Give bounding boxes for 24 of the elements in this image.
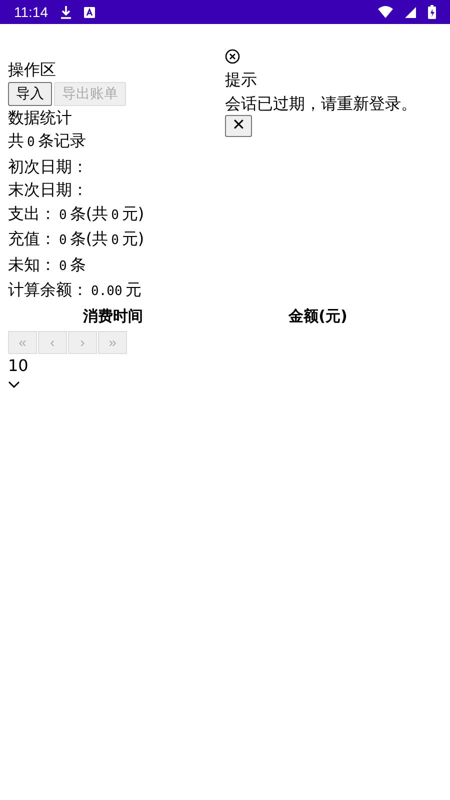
column-header: 消费时间	[82, 306, 144, 326]
stat-line: 充值： 0 条(共 0 元)	[8, 228, 146, 250]
stat-line: 初次日期：	[8, 156, 89, 178]
import-button[interactable]: 导入	[8, 82, 52, 106]
battery-icon	[428, 5, 436, 19]
app-icon	[84, 6, 95, 18]
notice-title: 提示	[225, 69, 258, 91]
section-title: 数据统计	[8, 106, 73, 128]
stat-line: 未知： 0 条	[8, 254, 87, 276]
clock: 11:14	[14, 4, 48, 20]
download-icon	[60, 5, 72, 19]
signal-icon	[405, 6, 416, 18]
close-icon	[225, 49, 240, 64]
close-button[interactable]: ✕	[225, 115, 252, 137]
stat-line: 末次日期：	[8, 179, 89, 201]
chevron-down-icon[interactable]	[8, 380, 20, 388]
page-size-select[interactable]: 10	[8, 356, 28, 374]
notice-message: 会话已过期，请重新登录。	[225, 92, 418, 114]
stat-line: 共 0 条记录	[8, 130, 87, 152]
wifi-icon	[378, 6, 393, 18]
stat-line: 支出： 0 条(共 0 元)	[8, 202, 146, 224]
stat-line: 计算余额： 0.00 元	[8, 279, 142, 301]
section-title: 操作区	[8, 59, 57, 81]
column-header: 金额(元)	[287, 306, 348, 326]
